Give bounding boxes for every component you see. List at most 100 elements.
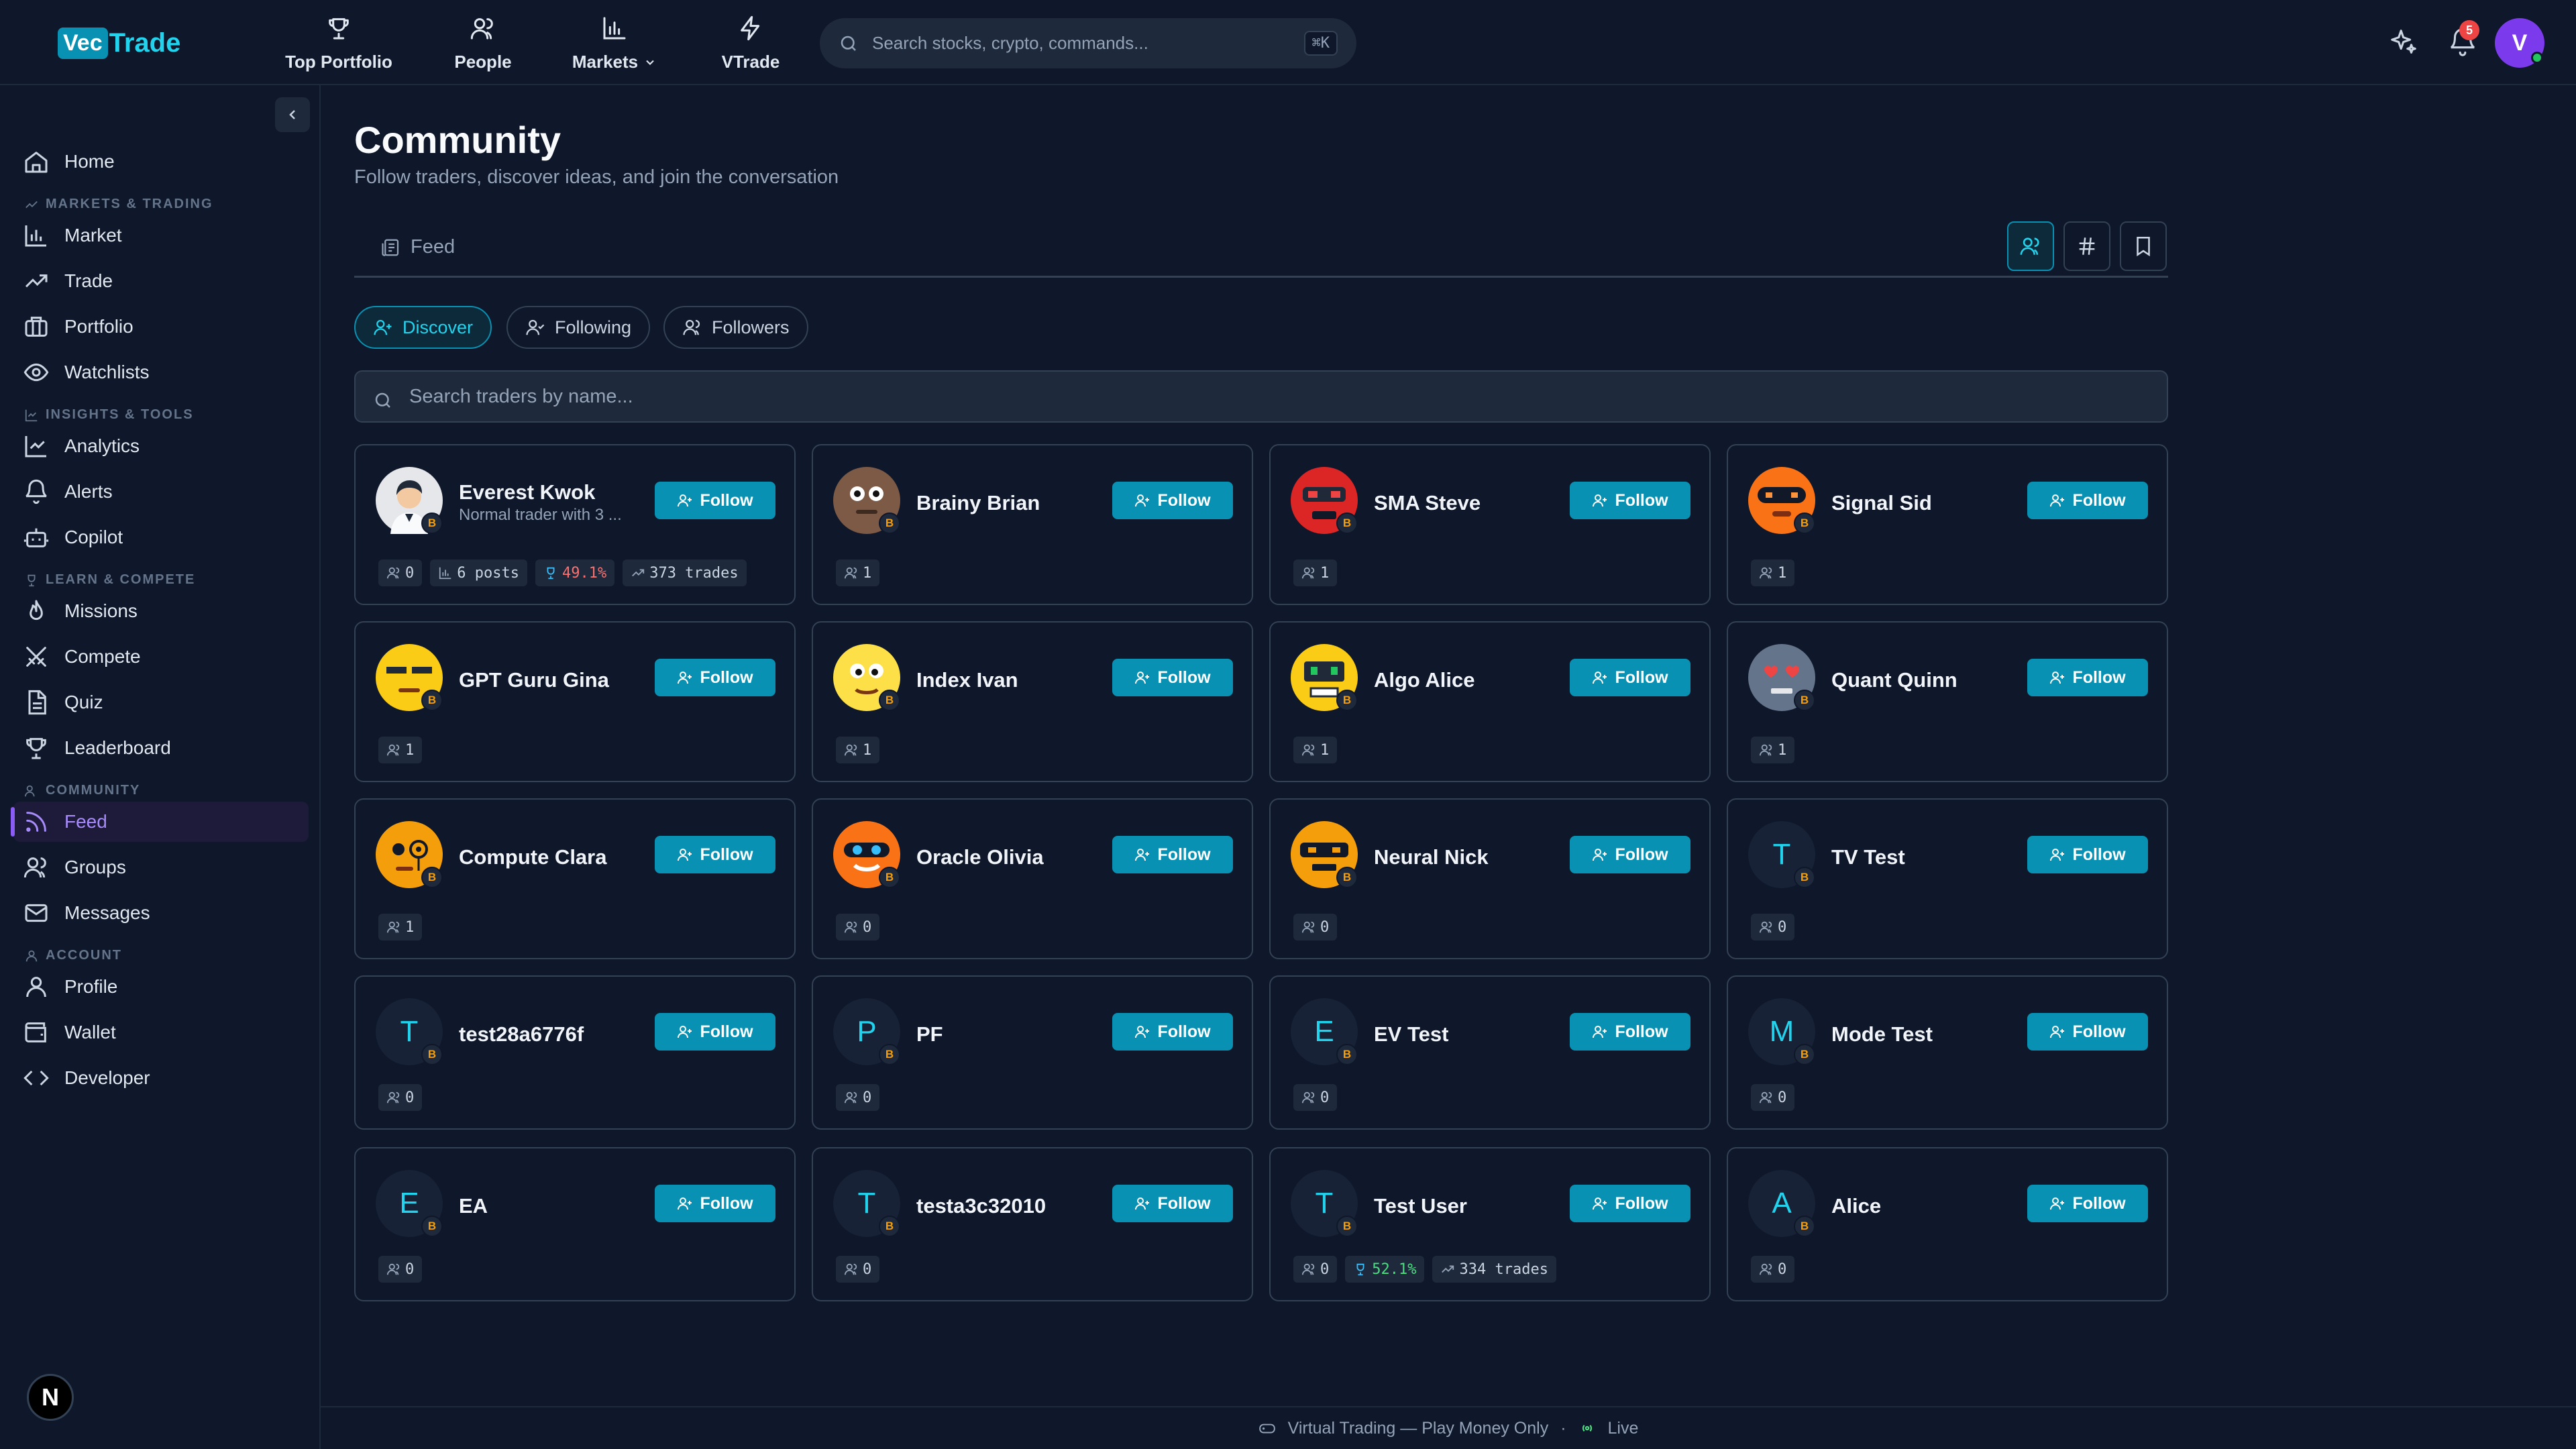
follow-button[interactable]: Follow (2027, 659, 2148, 696)
sidebar-item-profile[interactable]: Profile (13, 967, 309, 1007)
topnav-top-portfolio[interactable]: Top Portfolio (282, 15, 396, 72)
avatar[interactable]: B (376, 644, 443, 711)
trader-name[interactable]: testa3c32010 (916, 1194, 1046, 1218)
avatar[interactable]: B (1291, 644, 1358, 711)
sidebar-item-analytics[interactable]: Analytics (13, 426, 309, 466)
trader-name[interactable]: TV Test (1831, 845, 1905, 869)
sidebar-item-watchlists[interactable]: Watchlists (13, 352, 309, 392)
topnav-markets[interactable]: Markets (568, 15, 661, 72)
follow-button[interactable]: Follow (1112, 659, 1233, 696)
avatar[interactable]: B (833, 821, 900, 888)
follow-button[interactable]: Follow (655, 659, 775, 696)
avatar[interactable]: B (376, 467, 443, 534)
avatar[interactable]: TB (1748, 821, 1815, 888)
trader-card[interactable]: B Signal Sid Follow 1 (1727, 444, 2168, 605)
trader-card[interactable]: B Brainy Brian Follow 1 (812, 444, 1253, 605)
trader-name[interactable]: Oracle Olivia (916, 845, 1044, 869)
avatar[interactable]: PB (833, 998, 900, 1065)
follow-button[interactable]: Follow (2027, 1013, 2148, 1051)
view-people-button[interactable] (2007, 221, 2054, 271)
avatar[interactable]: B (1291, 821, 1358, 888)
avatar[interactable]: EB (1291, 998, 1358, 1065)
follow-button[interactable]: Follow (655, 836, 775, 873)
trader-card[interactable]: E B EA Follow 0 (354, 1147, 796, 1301)
trader-name[interactable]: Signal Sid (1831, 491, 1932, 515)
topnav-people[interactable]: People (449, 15, 517, 72)
sidebar-item-copilot[interactable]: Copilot (13, 517, 309, 557)
trader-card[interactable]: B Neural Nick Follow 0 (1269, 798, 1711, 959)
trader-card[interactable]: T B testa3c32010 Follow 0 (812, 1147, 1253, 1301)
trader-name[interactable]: Quant Quinn (1831, 668, 1957, 692)
sidebar-item-groups[interactable]: Groups (13, 847, 309, 888)
avatar[interactable]: B (376, 821, 443, 888)
trader-name[interactable]: Mode Test (1831, 1022, 1933, 1046)
avatar[interactable]: EB (376, 1170, 443, 1237)
trader-name[interactable]: Everest Kwok (459, 480, 595, 504)
pill-discover[interactable]: Discover (354, 306, 492, 349)
sidebar-item-portfolio[interactable]: Portfolio (13, 307, 309, 347)
global-search[interactable]: Search stocks, crypto, commands... ⌘K (820, 18, 1356, 68)
trader-name[interactable]: SMA Steve (1374, 491, 1481, 515)
trader-card[interactable]: M B Mode Test Follow 0 (1727, 975, 2168, 1130)
avatar[interactable]: B (833, 467, 900, 534)
trader-name[interactable]: PF (916, 1022, 943, 1046)
sidebar-item-alerts[interactable]: Alerts (13, 472, 309, 512)
follow-button[interactable]: Follow (1570, 1013, 1690, 1051)
pill-followers[interactable]: Followers (663, 306, 808, 349)
pill-following[interactable]: Following (506, 306, 651, 349)
follow-button[interactable]: Follow (1112, 1013, 1233, 1051)
avatar[interactable]: TB (376, 998, 443, 1065)
view-hashtags-button[interactable] (2063, 221, 2110, 271)
trader-name[interactable]: EV Test (1374, 1022, 1448, 1046)
sidebar-item-messages[interactable]: Messages (13, 893, 309, 933)
trader-name[interactable]: Compute Clara (459, 845, 606, 869)
sidebar-item-missions[interactable]: Missions (13, 591, 309, 631)
sidebar-item-compete[interactable]: Compete (13, 637, 309, 677)
follow-button[interactable]: Follow (2027, 1185, 2148, 1222)
trader-card[interactable]: B Compute Clara Follow 1 (354, 798, 796, 959)
trader-name[interactable]: Alice (1831, 1194, 1881, 1218)
follow-button[interactable]: Follow (1112, 482, 1233, 519)
trader-card[interactable]: T B Test User Follow 0 52.1% 334 trades (1269, 1147, 1711, 1301)
trader-card[interactable]: T B TV Test Follow 0 (1727, 798, 2168, 959)
avatar[interactable]: TB (1291, 1170, 1358, 1237)
follow-button[interactable]: Follow (655, 482, 775, 519)
trader-card[interactable]: B Index Ivan Follow 1 (812, 621, 1253, 782)
avatar[interactable]: MB (1748, 998, 1815, 1065)
logo[interactable]: Vec Trade (58, 24, 180, 62)
trader-card[interactable]: B Quant Quinn Follow 1 (1727, 621, 2168, 782)
sidebar-item-market[interactable]: Market (13, 215, 309, 256)
tab-feed[interactable]: Feed (381, 236, 455, 258)
topnav-vtrade[interactable]: VTrade (714, 15, 788, 72)
follow-button[interactable]: Follow (1570, 659, 1690, 696)
trader-name[interactable]: Test User (1374, 1194, 1467, 1218)
sidebar-item-wallet[interactable]: Wallet (13, 1012, 309, 1053)
trader-card[interactable]: B GPT Guru Gina Follow 1 (354, 621, 796, 782)
sidebar-item-trade[interactable]: Trade (13, 261, 309, 301)
trader-search-input[interactable]: Search traders by name... (354, 370, 2168, 423)
avatar[interactable]: AB (1748, 1170, 1815, 1237)
sidebar-item-feed[interactable]: Feed (11, 802, 309, 842)
sidebar-item-developer[interactable]: Developer (13, 1058, 309, 1098)
follow-button[interactable]: Follow (1112, 1185, 1233, 1222)
follow-button[interactable]: Follow (655, 1185, 775, 1222)
ai-sparkle-button[interactable] (2384, 23, 2423, 62)
trader-card[interactable]: A B Alice Follow 0 (1727, 1147, 2168, 1301)
trader-name[interactable]: Algo Alice (1374, 668, 1474, 692)
view-bookmarks-button[interactable] (2120, 221, 2167, 271)
trader-card[interactable]: T B test28a6776f Follow 0 (354, 975, 796, 1130)
sidebar-item-home[interactable]: Home (13, 142, 309, 182)
dev-tools-badge[interactable]: N (27, 1374, 74, 1421)
follow-button[interactable]: Follow (1570, 1185, 1690, 1222)
collapse-sidebar-button[interactable] (275, 97, 310, 132)
trader-card[interactable]: B Algo Alice Follow 1 (1269, 621, 1711, 782)
avatar[interactable]: B (1748, 467, 1815, 534)
sidebar-item-quiz[interactable]: Quiz (13, 682, 309, 722)
trader-name[interactable]: GPT Guru Gina (459, 668, 609, 692)
trader-card[interactable]: B SMA Steve Follow 1 (1269, 444, 1711, 605)
trader-name[interactable]: test28a6776f (459, 1022, 584, 1046)
trader-name[interactable]: EA (459, 1194, 488, 1218)
trader-name[interactable]: Neural Nick (1374, 845, 1489, 869)
trader-card[interactable]: E B EV Test Follow 0 (1269, 975, 1711, 1130)
trader-name[interactable]: Brainy Brian (916, 491, 1040, 515)
